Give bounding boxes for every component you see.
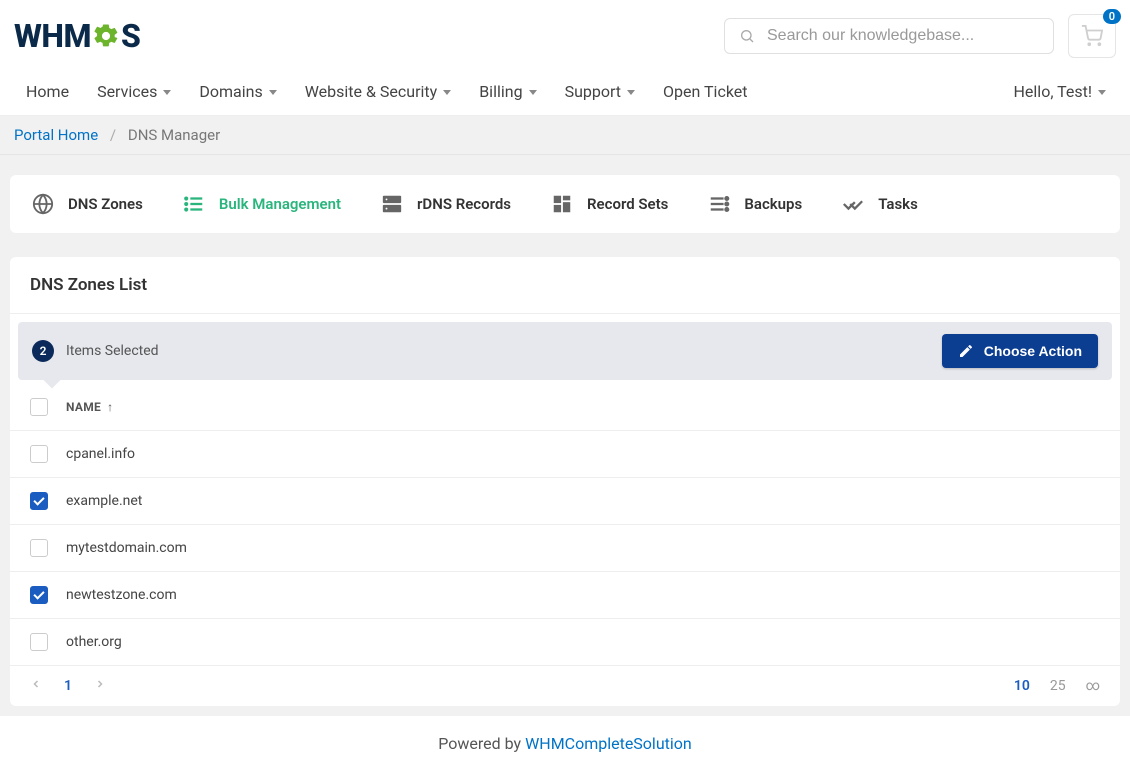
grid-icon [551, 193, 573, 215]
tab-label: Tasks [878, 195, 918, 213]
page-size-option[interactable]: 25 [1050, 678, 1066, 694]
tab-record-sets[interactable]: Record Sets [551, 193, 668, 215]
nav-item-website-security[interactable]: Website & Security [293, 68, 463, 115]
search-box[interactable] [724, 18, 1054, 54]
chevron-down-icon [269, 90, 277, 95]
breadcrumb-home[interactable]: Portal Home [14, 126, 98, 144]
tab-backups[interactable]: Backups [708, 193, 802, 215]
chevron-down-icon [529, 90, 537, 95]
cart-button[interactable]: 0 [1068, 14, 1116, 58]
nav-item-home[interactable]: Home [14, 68, 81, 115]
select-all-checkbox[interactable] [30, 398, 48, 416]
selection-label: Items Selected [66, 343, 159, 359]
nav-item-domains[interactable]: Domains [187, 68, 288, 115]
footer: Powered by WHMCompleteSolution [0, 716, 1130, 771]
server-icon [381, 193, 403, 215]
search-input[interactable] [767, 27, 1039, 45]
table-row: example.net [10, 478, 1120, 525]
chevron-down-icon [627, 90, 635, 95]
table-row: cpanel.info [10, 431, 1120, 478]
nav-item-label: Support [565, 82, 621, 101]
sort-asc-icon: ↑ [107, 400, 113, 414]
breadcrumb-current: DNS Manager [128, 126, 220, 144]
breadcrumb-separator: / [110, 126, 116, 144]
user-menu[interactable]: Hello, Test! [1004, 68, 1116, 115]
tab-label: DNS Zones [68, 195, 143, 213]
breadcrumb: Portal Home / DNS Manager [0, 116, 1130, 155]
zone-name: mytestdomain.com [66, 540, 187, 556]
row-checkbox[interactable] [30, 539, 48, 557]
nav-item-billing[interactable]: Billing [467, 68, 548, 115]
nav-item-label: Services [97, 82, 157, 101]
nav-item-open-ticket[interactable]: Open Ticket [651, 68, 759, 115]
brand-logo[interactable]: WHM S [14, 17, 140, 55]
nav-item-label: Billing [479, 82, 522, 101]
tab-label: rDNS Records [417, 195, 511, 213]
zone-name: other.org [66, 634, 122, 650]
page-next[interactable] [94, 678, 106, 694]
table-row: mytestdomain.com [10, 525, 1120, 572]
zone-name: example.net [66, 493, 142, 509]
nav-item-label: Website & Security [305, 82, 437, 101]
zone-name: cpanel.info [66, 446, 135, 462]
choose-action-label: Choose Action [984, 343, 1082, 359]
page-size-option[interactable]: 10 [1014, 678, 1030, 694]
footer-text: Powered by [438, 734, 525, 753]
column-name-label: NAME [66, 400, 101, 414]
tab-rdns-records[interactable]: rDNS Records [381, 193, 511, 215]
footer-link[interactable]: WHMCompleteSolution [525, 734, 692, 753]
page-prev[interactable] [30, 678, 42, 694]
row-checkbox[interactable] [30, 492, 48, 510]
table-row: newtestzone.com [10, 572, 1120, 619]
nav-item-services[interactable]: Services [85, 68, 183, 115]
page-size-option[interactable]: ∞ [1086, 678, 1100, 694]
gear-icon [92, 22, 120, 50]
globe-icon [32, 193, 54, 215]
tab-dns-zones[interactable]: DNS Zones [32, 193, 143, 215]
nav-item-support[interactable]: Support [553, 68, 647, 115]
column-name[interactable]: NAME ↑ [66, 400, 113, 414]
chevron-down-icon [443, 90, 451, 95]
tab-bulk-management[interactable]: Bulk Management [183, 193, 341, 215]
row-checkbox[interactable] [30, 586, 48, 604]
zones-panel: DNS Zones List 2 Items Selected Choose A… [10, 257, 1120, 706]
backup-icon [708, 193, 730, 215]
brand-pre: WHM [14, 17, 91, 55]
page-number[interactable]: 1 [64, 678, 72, 694]
pagination: 1 10 25 ∞ [10, 665, 1120, 706]
cart-count-badge: 0 [1103, 9, 1121, 24]
row-checkbox[interactable] [30, 633, 48, 651]
user-greeting: Hello, Test! [1014, 82, 1092, 101]
module-tabs: DNS Zones Bulk Management rDNS Records Reco… [10, 175, 1120, 233]
selection-bar: 2 Items Selected Choose Action [18, 322, 1112, 380]
chevron-down-icon [1098, 90, 1106, 95]
choose-action-button[interactable]: Choose Action [942, 334, 1098, 368]
nav-item-label: Open Ticket [663, 82, 747, 101]
nav-item-label: Domains [199, 82, 262, 101]
row-checkbox[interactable] [30, 445, 48, 463]
main-nav: Home Services Domains Website & Security Bil… [0, 68, 1130, 116]
checks-icon [842, 193, 864, 215]
pencil-icon [958, 343, 974, 359]
tab-label: Record Sets [587, 195, 668, 213]
search-icon [739, 28, 755, 44]
brand-post: S [121, 17, 140, 55]
tab-tasks[interactable]: Tasks [842, 193, 918, 215]
zone-name: newtestzone.com [66, 587, 177, 603]
cart-icon [1081, 25, 1103, 47]
selection-count: 2 [32, 340, 54, 362]
tab-label: Bulk Management [219, 195, 341, 213]
panel-title: DNS Zones List [10, 257, 1120, 314]
chevron-down-icon [163, 90, 171, 95]
table-row: other.org [10, 619, 1120, 665]
tab-label: Backups [744, 195, 802, 213]
list-icon [183, 193, 205, 215]
table-header: NAME ↑ [10, 384, 1120, 431]
nav-item-label: Home [26, 82, 69, 101]
